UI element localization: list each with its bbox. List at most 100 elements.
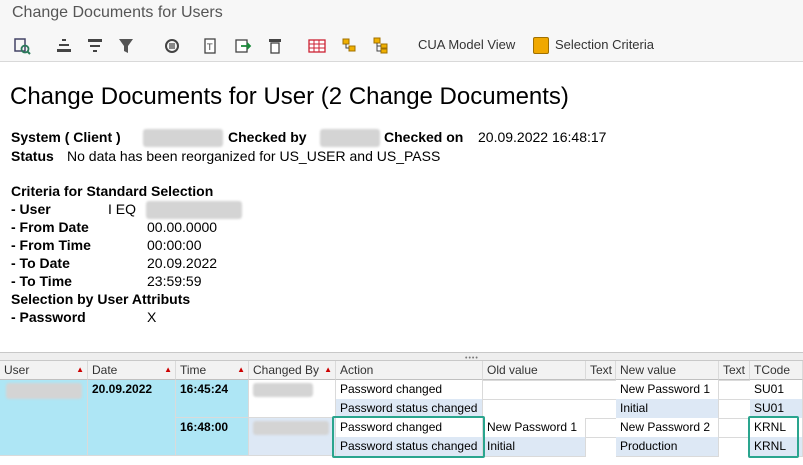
column-header-label: Time — [180, 363, 207, 377]
time-group-cell[interactable]: 16:45:24 — [176, 380, 249, 418]
column-header-time[interactable]: Time ▲ — [176, 361, 249, 380]
changed-by-redacted — [253, 421, 329, 435]
criteria-from-date-label: - From Date — [11, 219, 89, 235]
column-header-label: New value — [620, 363, 677, 377]
attr-password-label: - Password — [11, 309, 86, 325]
criteria-from-date-value: 00.00.0000 — [147, 219, 218, 235]
new-text-cell[interactable] — [719, 380, 750, 381]
column-header-label: Action — [340, 363, 374, 377]
pane-splitter[interactable]: •••• — [0, 352, 803, 362]
system-value-redacted — [143, 129, 223, 147]
new-value-cell[interactable]: Initial — [616, 399, 719, 419]
old-text-cell[interactable] — [586, 418, 616, 419]
criteria-user-label: - User — [11, 201, 51, 217]
new-text-cell[interactable] — [719, 437, 750, 438]
title-bar: Change Documents for Users — [0, 0, 803, 28]
checked-by-value-redacted — [320, 129, 380, 147]
report-area: Change Documents for User (2 Change Docu… — [0, 63, 803, 353]
criteria-to-time-value: 23:59:59 — [147, 273, 202, 289]
attr-password-value: X — [147, 309, 157, 325]
action-cell[interactable]: Password changed — [336, 380, 483, 400]
system-label: System ( Client ) — [11, 129, 121, 145]
criteria-to-date-label: - To Date — [11, 255, 70, 271]
column-header-label: User — [4, 363, 30, 377]
column-header-action[interactable]: Action — [336, 361, 483, 380]
sort-indicator-icon: ▲ — [237, 365, 245, 374]
selection-criteria-button[interactable]: Selection Criteria — [555, 37, 654, 52]
criteria-to-time-label: - To Time — [11, 273, 72, 289]
column-header-label: Old value — [487, 363, 538, 377]
column-header-date[interactable]: Date ▲ — [88, 361, 176, 380]
action-cell[interactable]: Password status changed — [336, 399, 483, 419]
sort-indicator-icon: ▲ — [76, 365, 84, 374]
checked-on-value: 20.09.2022 16:48:17 — [478, 129, 607, 145]
column-header-new-value[interactable]: New value — [616, 361, 719, 380]
layout-icon[interactable] — [266, 37, 284, 55]
tcode-cell[interactable]: KRNL — [750, 437, 803, 457]
criteria-from-time-value: 00:00:00 — [147, 237, 202, 253]
column-header-label: Text — [723, 363, 746, 377]
status-value: No data has been reorganized for US_USER… — [67, 148, 441, 164]
tcode-cell[interactable]: SU01 — [750, 399, 803, 419]
action-cell[interactable]: Password changed — [336, 418, 483, 438]
old-value-cell[interactable] — [483, 380, 586, 381]
column-header-old-value[interactable]: Old value — [483, 361, 586, 380]
selection-criteria-icon[interactable] — [533, 37, 549, 54]
export-icon[interactable] — [234, 37, 252, 55]
toolbar: T CUA Model View Selection Criteria — [0, 28, 803, 62]
new-value-cell[interactable]: New Password 2 — [616, 418, 719, 438]
old-text-cell[interactable] — [586, 399, 616, 400]
changed-by-group-cell[interactable] — [249, 418, 336, 456]
criteria-from-time-label: - From Time — [11, 237, 91, 253]
old-text-cell[interactable] — [586, 437, 616, 438]
action-cell[interactable]: Password status changed — [336, 437, 483, 457]
sum-icon[interactable] — [163, 37, 181, 55]
column-header-new-text[interactable]: Text — [719, 361, 750, 380]
tcode-cell[interactable]: SU01 — [750, 380, 803, 400]
sort-ascending-icon[interactable] — [55, 37, 73, 55]
user-group-cell[interactable] — [0, 380, 88, 456]
hierarchy-icon[interactable] — [372, 37, 390, 55]
column-header-user[interactable]: User ▲ — [0, 361, 88, 380]
old-text-cell[interactable] — [586, 380, 616, 381]
changed-by-group-cell[interactable] — [249, 380, 336, 418]
time-group-cell[interactable]: 16:48:00 — [176, 418, 249, 456]
criteria-to-date-value: 20.09.2022 — [147, 255, 218, 271]
attr-title: Selection by User Attributs — [11, 291, 191, 307]
old-value-cell[interactable]: Initial — [483, 437, 586, 457]
column-header-label: Changed By — [253, 363, 320, 377]
status-label: Status — [11, 148, 54, 164]
sort-indicator-icon: ▲ — [164, 365, 172, 374]
svg-text:T: T — [206, 43, 213, 53]
checked-by-label: Checked by — [228, 129, 307, 145]
column-header-label: Date — [92, 363, 118, 377]
criteria-user-value: I EQ — [108, 201, 137, 217]
spreadsheet-icon[interactable] — [308, 37, 326, 55]
criteria-user-redacted — [146, 201, 242, 219]
report-heading: Change Documents for User (2 Change Docu… — [10, 83, 569, 110]
filter-icon[interactable] — [117, 37, 135, 55]
details-icon[interactable] — [13, 37, 31, 55]
changed-by-redacted — [253, 383, 313, 397]
expand-tree-icon[interactable] — [340, 37, 358, 55]
change-documents-table: User ▲ Date ▲ Time ▲ Changed By ▲ Action Old… — [0, 361, 803, 465]
old-value-cell[interactable]: New Password 1 — [483, 418, 586, 438]
sort-indicator-icon: ▲ — [324, 365, 332, 374]
column-header-label: Text — [590, 363, 613, 377]
cua-model-view-button[interactable]: CUA Model View — [418, 37, 515, 52]
old-value-cell[interactable] — [483, 399, 586, 400]
column-header-tcode[interactable]: TCode — [750, 361, 803, 380]
sort-descending-icon[interactable] — [86, 37, 104, 55]
window-title: Change Documents for Users — [12, 4, 223, 21]
print-icon[interactable]: T — [201, 37, 219, 55]
checked-on-label: Checked on — [384, 129, 464, 145]
new-text-cell[interactable] — [719, 399, 750, 400]
new-value-cell[interactable]: Production — [616, 437, 719, 457]
new-value-cell[interactable]: New Password 1 — [616, 380, 719, 400]
column-header-changed-by[interactable]: Changed By ▲ — [249, 361, 336, 380]
column-header-old-text[interactable]: Text — [586, 361, 616, 380]
new-text-cell[interactable] — [719, 418, 750, 419]
column-header-label: TCode — [754, 363, 791, 377]
tcode-cell[interactable]: KRNL — [750, 418, 803, 438]
date-group-cell[interactable]: 20.09.2022 — [88, 380, 176, 456]
